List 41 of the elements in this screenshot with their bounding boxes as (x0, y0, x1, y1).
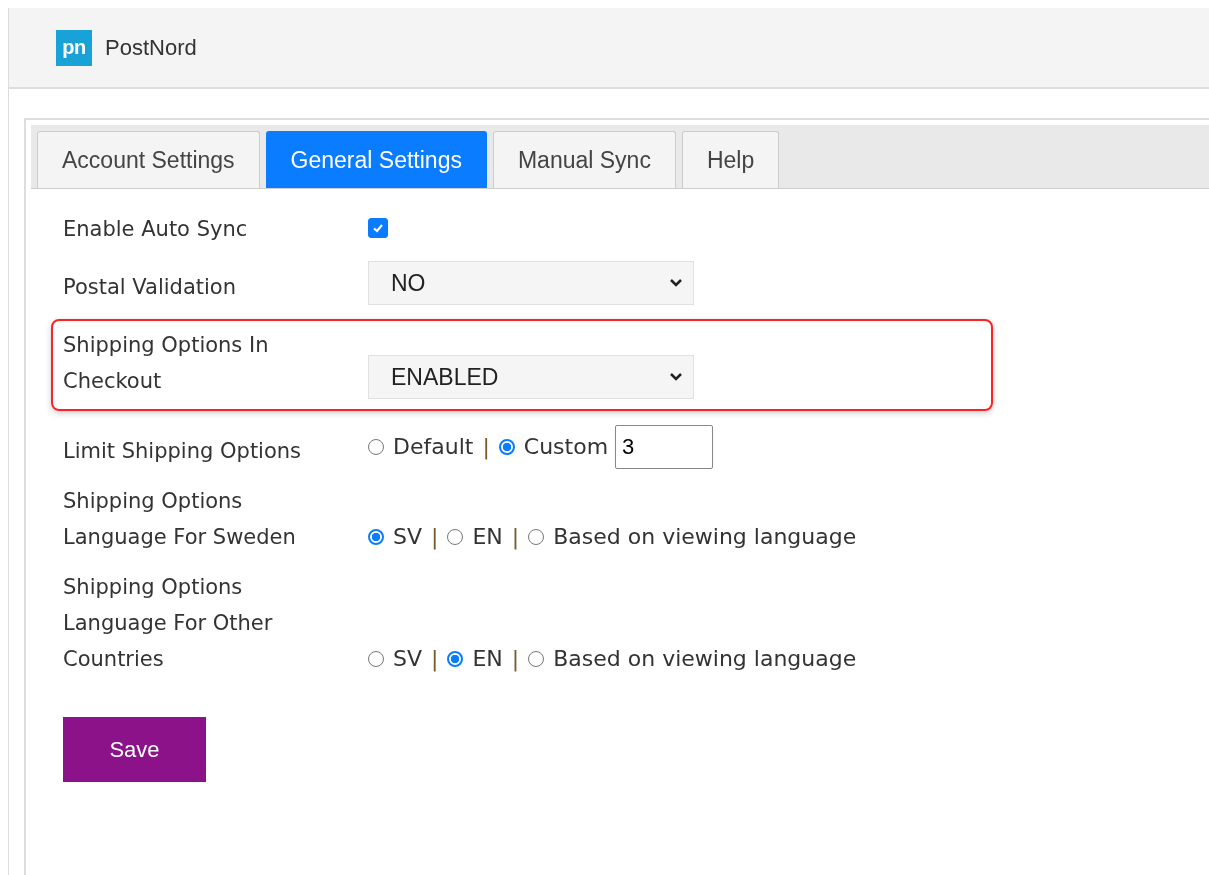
dropdown[interactable]: NO (368, 261, 694, 305)
separator: | (511, 645, 520, 674)
chevron-icon (669, 278, 683, 288)
dropdown[interactable]: ENABLED (368, 355, 694, 399)
separator: | (431, 645, 439, 674)
option-label: Based on viewing language (553, 645, 857, 673)
tab[interactable]: Account Settings (37, 131, 260, 188)
option-label: SV (393, 523, 422, 551)
setting-label: Enable Auto Sync (63, 216, 249, 243)
separator: | (482, 433, 490, 462)
radio-button[interactable] (528, 651, 545, 667)
setting-label: Shipping Options In Checkout (63, 332, 270, 395)
save-button[interactable]: Save (63, 717, 206, 782)
option-label: Default (393, 433, 474, 461)
radio-button[interactable] (498, 439, 515, 455)
tab[interactable]: Manual Sync (492, 131, 676, 188)
setting-label: Limit Shipping Options (63, 438, 303, 465)
checkbox[interactable] (368, 218, 388, 238)
radio-button[interactable] (447, 529, 464, 545)
radio-button[interactable] (528, 529, 545, 545)
logo-icon: pn (56, 29, 92, 66)
radio-button[interactable] (368, 651, 384, 667)
option-label: Custom (523, 433, 609, 461)
setting-label: Shipping Options Language For Other Countries (63, 574, 274, 673)
radio-button[interactable] (447, 651, 464, 667)
option-label: SV (393, 645, 422, 673)
separator: | (431, 523, 439, 552)
setting-label: Shipping Options Language For Sweden (63, 488, 297, 551)
checkmark-icon (372, 222, 384, 234)
option-label: EN (472, 645, 503, 673)
option-label: EN (472, 523, 503, 551)
tab[interactable]: Help (681, 131, 780, 188)
tab[interactable]: General Settings (265, 131, 487, 188)
setting-label: Postal Validation (63, 274, 237, 301)
option-label: Based on viewing language (553, 523, 857, 551)
brand-name: PostNord (105, 34, 197, 61)
chevron-icon (669, 372, 683, 382)
separator: | (511, 523, 520, 552)
radio-button[interactable] (368, 529, 384, 545)
number-field[interactable]: 3 (615, 425, 714, 469)
radio-button[interactable] (368, 439, 384, 455)
